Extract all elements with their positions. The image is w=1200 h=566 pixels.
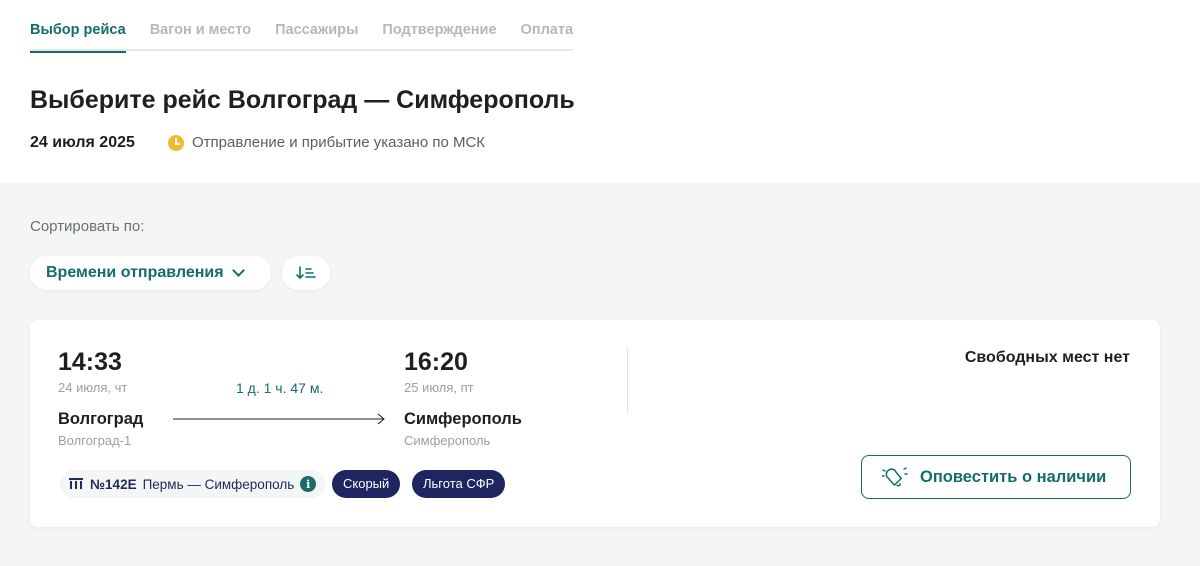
timezone-text: Отправление и прибытие указано по МСК xyxy=(192,134,486,151)
departure-city: Волгоград xyxy=(58,410,144,428)
step-flight-select[interactable]: Выбор рейса xyxy=(30,20,126,53)
results-section: Сортировать по: Времени отправления 14:3… xyxy=(0,183,1200,566)
train-info-tag[interactable]: №142Е Пермь — Симферополь i xyxy=(60,470,327,498)
trip-date: 24 июля 2025 xyxy=(30,134,135,151)
sort-order-icon xyxy=(296,266,316,279)
departure-time: 14:33 xyxy=(58,348,122,376)
trip-card: 14:33 24 июля, чт 1 д. 1 ч. 47 м. 16:20 … xyxy=(30,320,1160,527)
sort-select[interactable]: Времени отправления xyxy=(30,256,271,290)
info-icon[interactable]: i xyxy=(300,476,317,492)
header-section: Выбор рейса Вагон и место Пассажиры Подт… xyxy=(0,0,1200,183)
page-title: Выберите рейс Волгоград — Симферополь xyxy=(30,86,575,114)
timezone-note: Отправление и прибытие указано по МСК xyxy=(168,134,485,151)
chevron-down-icon xyxy=(231,264,245,277)
departure-date: 24 июля, чт xyxy=(58,380,128,395)
departure-station: Волгоград-1 xyxy=(58,433,132,448)
clock-icon xyxy=(168,134,184,151)
booking-steps: Выбор рейса Вагон и место Пассажиры Подт… xyxy=(30,20,574,53)
sort-order-button[interactable] xyxy=(282,256,330,290)
tag-badge-benefit: Льгота СФР xyxy=(412,470,506,498)
tag-badge-fast: Скорый xyxy=(332,470,401,498)
arrival-time: 16:20 xyxy=(404,348,468,376)
route-arrow-icon xyxy=(173,413,385,425)
step-passengers[interactable]: Пассажиры xyxy=(275,20,358,51)
step-confirmation[interactable]: Подтверждение xyxy=(382,20,496,51)
train-icon xyxy=(69,478,83,489)
trip-duration: 1 д. 1 ч. 47 м. xyxy=(236,380,324,396)
card-divider xyxy=(627,348,628,414)
availability-status: Свободных мест нет xyxy=(964,349,1130,366)
bell-icon xyxy=(882,467,908,487)
train-route: Пермь — Симферополь xyxy=(142,476,295,492)
train-number: №142Е xyxy=(90,476,137,492)
notify-availability-button[interactable]: Оповестить о наличии xyxy=(861,455,1131,499)
sort-label: Сортировать по: xyxy=(30,218,145,235)
arrival-date: 25 июля, пт xyxy=(404,380,474,395)
arrival-station: Симферополь xyxy=(404,433,491,448)
notify-label: Оповестить о наличии xyxy=(920,467,1107,486)
sort-selected-value: Времени отправления xyxy=(46,264,224,281)
step-car-seat[interactable]: Вагон и место xyxy=(150,20,251,51)
arrival-city: Симферополь xyxy=(404,410,522,428)
step-payment[interactable]: Оплата xyxy=(521,20,573,51)
